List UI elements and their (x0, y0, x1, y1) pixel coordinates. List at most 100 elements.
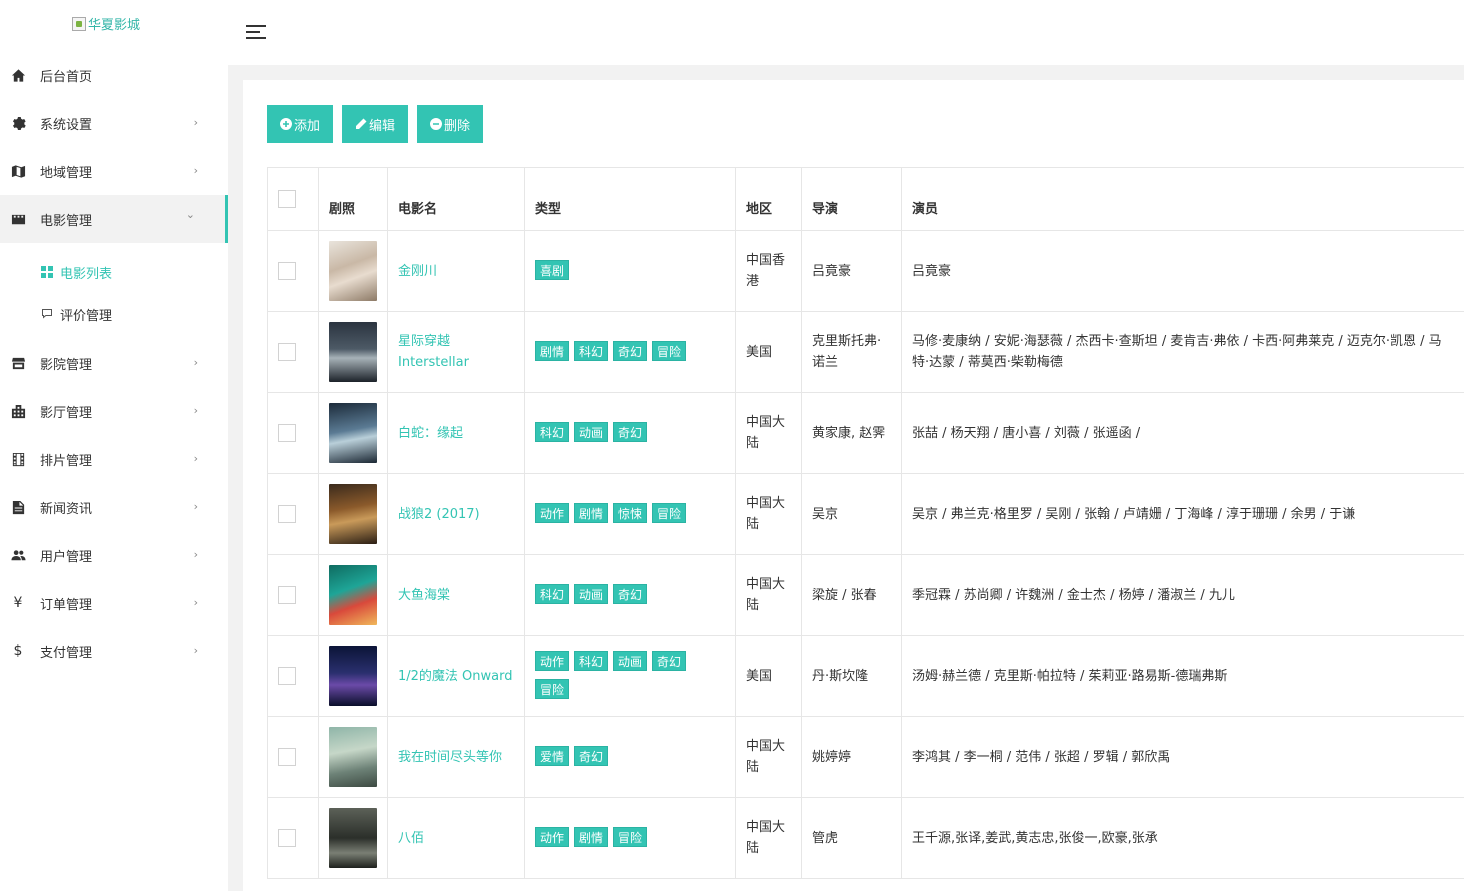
genre-tag: 动画 (613, 651, 648, 671)
sidebar-item-system-settings[interactable]: 系统设置 › (0, 99, 228, 147)
row-checkbox[interactable] (278, 343, 296, 361)
row-checkbox[interactable] (278, 586, 296, 604)
chevron-right-icon: › (193, 164, 198, 177)
row-checkbox[interactable] (278, 262, 296, 280)
film-strip-icon (10, 451, 26, 467)
sidebar-item-cinema[interactable]: 影院管理 › (0, 339, 228, 387)
delete-button[interactable]: 删除 (417, 105, 484, 143)
sidebar: 华夏影城 后台首页 系统设置 › 地域管理 › 电影管理 ⌄ 电影列表 评价管理… (0, 0, 228, 891)
region-cell: 中国大陆 (735, 473, 802, 555)
actors-cell: 马修·麦康纳 / 安妮·海瑟薇 / 杰西卡·查斯坦 / 麦肯吉·弗依 / 卡西·… (901, 311, 1464, 393)
movie-title-link[interactable]: 白蛇：缘起 (398, 426, 463, 441)
actors-cell: 李鸿其 / 李一桐 / 范伟 / 张超 / 罗辑 / 郭欣禹 (901, 716, 1464, 798)
gear-icon (10, 115, 26, 131)
sidebar-item-users[interactable]: 用户管理 › (0, 531, 228, 579)
genre-tags: 动作 剧情 惊悚 冒险 (535, 500, 725, 528)
dollar-icon: $ (13, 643, 23, 659)
table-body: 金刚川 喜剧 中国香港 吕竟豪 吕竟豪 星际穿越 Interstellar 剧情… (267, 230, 1464, 879)
row-select-cell (267, 635, 319, 717)
genre-cell: 剧情 科幻 奇幻 冒险 (524, 311, 736, 393)
sidebar-item-label: 用户管理 (40, 549, 93, 565)
genre-tag: 喜剧 (535, 260, 570, 280)
table-row[interactable]: 战狼2 (2017) 动作 剧情 惊悚 冒险 中国大陆 吴京 吴京 / 弗兰克·格里罗… (267, 473, 1464, 555)
table-row[interactable]: 我在时间尽头等你 爱情 奇幻 中国大陆 姚婷婷 李鸿其 / 李一桐 / 范伟 / … (267, 716, 1464, 798)
column-header-actors: 演员 (901, 167, 1464, 231)
select-all-checkbox[interactable] (278, 190, 296, 208)
genre-tags: 剧情 科幻 奇幻 冒险 (535, 338, 725, 366)
genre-tag: 奇幻 (652, 651, 687, 671)
logo[interactable]: 华夏影城 (72, 14, 140, 33)
genre-tags: 动作 科幻 动画 奇幻冒险 (535, 648, 725, 704)
broken-image-icon (72, 16, 86, 31)
column-header-still: 剧照 (318, 167, 388, 231)
genre-tag: 惊悚 (613, 503, 648, 523)
movie-title-link[interactable]: 金刚川 (398, 264, 437, 279)
comment-icon (40, 307, 54, 321)
table-row[interactable]: 八佰 动作 剧情 冒险 中国大陆 管虎 王千源,张译,姜武,黄志忠,张俊一,欧豪,张… (267, 797, 1464, 879)
edit-button[interactable]: 编辑 (342, 105, 409, 143)
sidebar-item-movie[interactable]: 电影管理 ⌄ (0, 195, 228, 243)
table-row[interactable]: 1/2的魔法 Onward 动作 科幻 动画 奇幻冒险 美国 丹·斯坎隆 汤姆·赫兰德… (267, 635, 1464, 717)
movie-title-link[interactable]: 1/2的魔法 Onward (398, 669, 513, 684)
movie-title-link[interactable]: 大鱼海棠 (398, 588, 450, 603)
movie-poster-image (329, 646, 377, 706)
sidebar-item-orders[interactable]: ¥ 订单管理 › (0, 579, 228, 627)
row-checkbox[interactable] (278, 505, 296, 523)
column-header-director: 导演 (801, 167, 902, 231)
row-checkbox[interactable] (278, 748, 296, 766)
chevron-right-icon: › (193, 548, 198, 561)
genre-tags: 科幻 动画 奇幻 (535, 581, 725, 609)
director-cell: 管虎 (801, 797, 902, 879)
genre-cell: 爱情 奇幻 (524, 716, 736, 798)
actors-cell: 吕竟豪 (901, 230, 1464, 312)
actors-cell: 汤姆·赫兰德 / 克里斯·帕拉特 / 茱莉亚·路易斯-德瑞弗斯 (901, 635, 1464, 717)
genre-cell: 动作 剧情 冒险 (524, 797, 736, 879)
row-checkbox[interactable] (278, 829, 296, 847)
genre-cell: 科幻 动画 奇幻 (524, 392, 736, 474)
movie-title-link[interactable]: 八佰 (398, 831, 424, 846)
sidebar-item-label: 排片管理 (40, 453, 93, 469)
director-cell: 吴京 (801, 473, 902, 555)
row-select-cell (267, 473, 319, 555)
row-checkbox[interactable] (278, 424, 296, 442)
movie-poster-image (329, 484, 377, 544)
chevron-right-icon: › (193, 452, 198, 465)
sidebar-subitem-reviews[interactable]: 评价管理 (0, 293, 228, 335)
row-select-cell (267, 230, 319, 312)
sidebar-item-schedule[interactable]: 排片管理 › (0, 435, 228, 483)
movie-title-link[interactable]: 我在时间尽头等你 (398, 750, 502, 765)
region-cell: 中国大陆 (735, 716, 802, 798)
select-all-cell (267, 167, 319, 231)
movie-table-wrap: 剧照 电影名 类型 地区 导演 演员 金刚川 喜剧 中国香港 吕竟豪 吕竟豪 星… (267, 167, 1464, 879)
store-icon (10, 355, 26, 371)
region-cell: 中国香港 (735, 230, 802, 312)
row-select-cell (267, 797, 319, 879)
sidebar-subitem-label: 评价管理 (60, 308, 113, 324)
table-row[interactable]: 大鱼海棠 科幻 动画 奇幻 中国大陆 梁旋 / 张春 季冠霖 / 苏尚卿 / 许魏洲… (267, 554, 1464, 636)
title-cell: 1/2的魔法 Onward (387, 635, 525, 717)
sidebar-item-news[interactable]: 新闻资讯 › (0, 483, 228, 531)
director-cell: 黄家康, 赵霁 (801, 392, 902, 474)
add-button[interactable]: 添加 (267, 105, 334, 143)
genre-tags: 科幻 动画 奇幻 (535, 419, 725, 447)
movie-submenu: 电影列表 评价管理 (0, 243, 228, 339)
genre-tags: 爱情 奇幻 (535, 743, 725, 771)
sidebar-subitem-movie-list[interactable]: 电影列表 (0, 251, 228, 293)
sidebar-item-dashboard[interactable]: 后台首页 (0, 51, 228, 99)
sidebar-item-label: 地域管理 (40, 165, 93, 181)
movie-poster-image (329, 808, 377, 868)
director-cell: 梁旋 / 张春 (801, 554, 902, 636)
sidebar-item-hall[interactable]: 影厅管理 › (0, 387, 228, 435)
movie-title-link[interactable]: 战狼2 (2017) (398, 507, 480, 522)
menu-toggle-icon[interactable] (246, 23, 266, 39)
table-row[interactable]: 白蛇：缘起 科幻 动画 奇幻 中国大陆 黄家康, 赵霁 张喆 / 杨天翔 / 唐小喜… (267, 392, 1464, 474)
actors-cell: 王千源,张译,姜武,黄志忠,张俊一,欧豪,张承 (901, 797, 1464, 879)
table-row[interactable]: 金刚川 喜剧 中国香港 吕竟豪 吕竟豪 (267, 230, 1464, 312)
toolbar: 添加 编辑 删除 (267, 105, 484, 143)
row-checkbox[interactable] (278, 667, 296, 685)
sidebar-item-payment[interactable]: $ 支付管理 › (0, 627, 228, 675)
table-row[interactable]: 星际穿越 Interstellar 剧情 科幻 奇幻 冒险 美国 克里斯托弗·诺兰 马… (267, 311, 1464, 393)
sidebar-item-label: 后台首页 (40, 69, 93, 85)
movie-title-link[interactable]: 星际穿越 Interstellar (398, 334, 469, 370)
sidebar-item-region[interactable]: 地域管理 › (0, 147, 228, 195)
